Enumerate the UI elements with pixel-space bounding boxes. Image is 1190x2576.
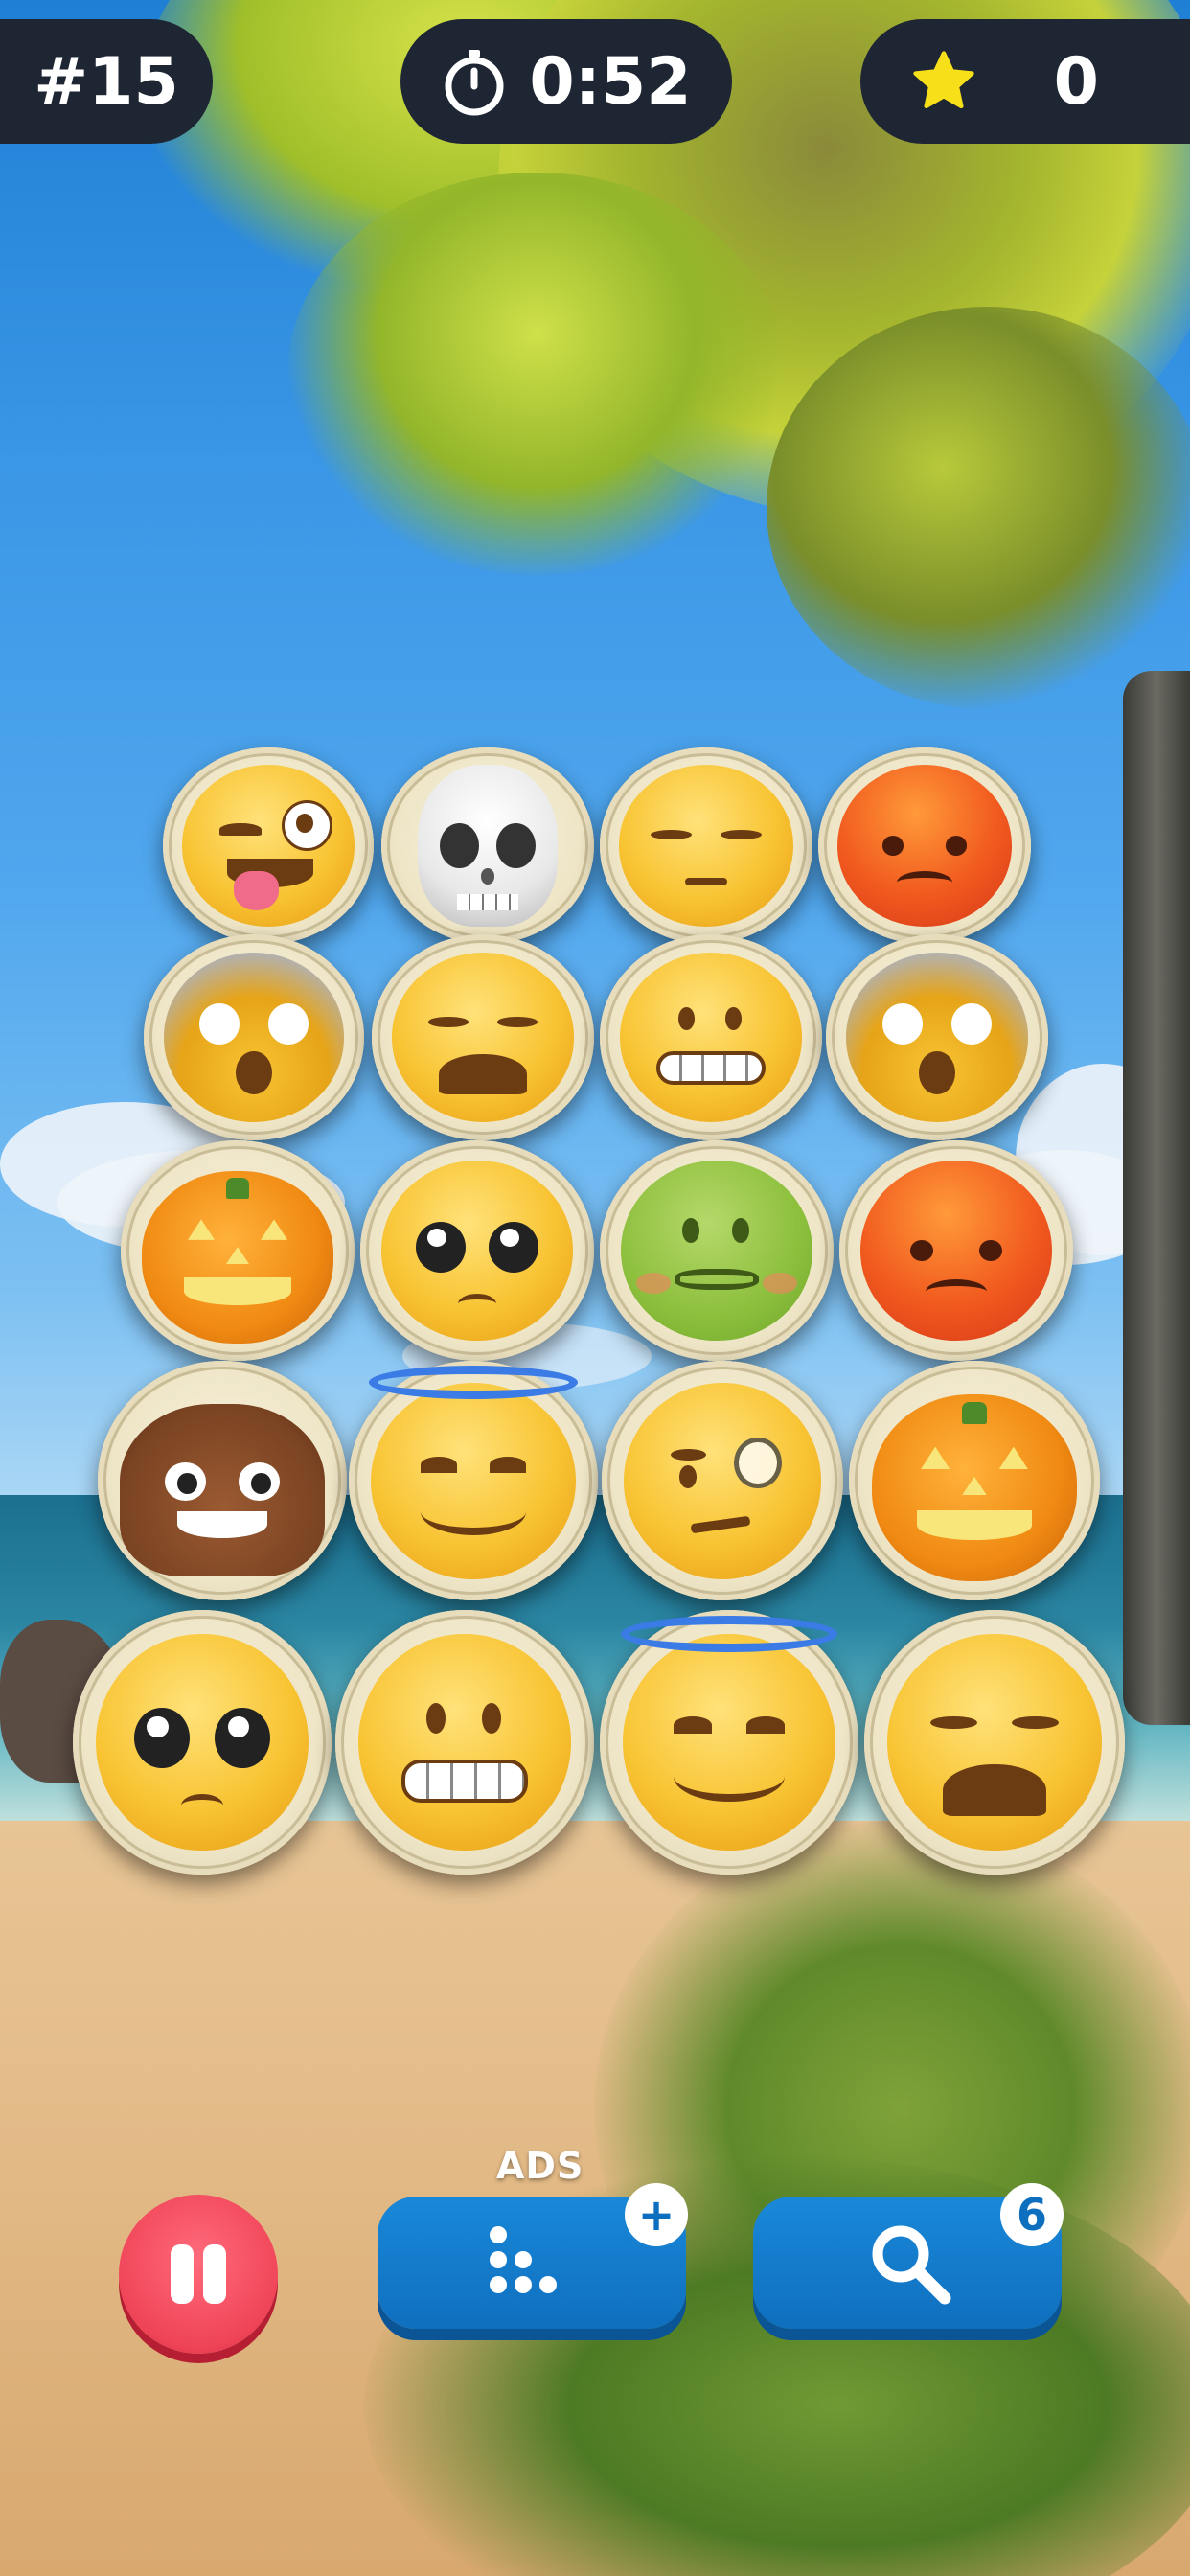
screaming-emoji (163, 953, 345, 1122)
monocle-emoji (623, 1382, 822, 1579)
tile-grimacing[interactable] (335, 1610, 594, 1874)
tile-pleading[interactable] (360, 1140, 594, 1361)
tile-angry[interactable] (818, 748, 1031, 944)
ads-label: ADS (496, 2145, 584, 2187)
tile-monocle[interactable] (602, 1361, 843, 1600)
star-icon (913, 51, 974, 109)
tile-pensive[interactable] (600, 748, 812, 944)
dots-icon (490, 2226, 557, 2293)
jack-o-lantern-emoji (141, 1171, 334, 1344)
level-number: #15 (34, 43, 179, 120)
palm-frond (767, 307, 1190, 709)
pause-button[interactable] (119, 2195, 278, 2354)
tile-halo-smile[interactable] (600, 1610, 858, 1874)
timer-value: 0:52 (529, 43, 692, 120)
tile-winking-tongue[interactable] (163, 748, 374, 944)
tile-poop[interactable] (98, 1361, 347, 1600)
tile-angry[interactable] (839, 1140, 1073, 1361)
level-indicator: #15 (0, 19, 213, 144)
tile-grimacing[interactable] (600, 934, 822, 1140)
tile-weary[interactable] (372, 934, 594, 1140)
screaming-emoji (845, 953, 1029, 1122)
poop-emoji (120, 1404, 325, 1576)
tile-weary[interactable] (864, 1610, 1125, 1874)
halo-smile-emoji (623, 1633, 835, 1852)
angry-emoji (859, 1160, 1053, 1342)
nauseated-emoji (620, 1160, 813, 1342)
search-icon (872, 2225, 951, 2305)
stopwatch-icon (445, 50, 504, 116)
grimacing-emoji (619, 953, 803, 1122)
tile-jack-o-lantern[interactable] (121, 1140, 355, 1361)
jack-o-lantern-emoji (871, 1394, 1078, 1581)
pause-icon (203, 2244, 226, 2304)
tile-jack-o-lantern[interactable] (849, 1361, 1100, 1600)
palm-trunk (1123, 671, 1190, 1725)
tile-halo-smile[interactable] (349, 1361, 598, 1600)
star-counter: 0 (860, 19, 1190, 144)
tile-screaming[interactable] (144, 934, 364, 1140)
add-icon: + (637, 2189, 675, 2241)
pleading-emoji (96, 1633, 309, 1852)
pause-icon (171, 2244, 194, 2304)
pleading-emoji (380, 1160, 574, 1342)
palm-frond (287, 172, 786, 575)
shuffle-tiles-button[interactable]: + (378, 2183, 688, 2329)
weary-emoji (887, 1633, 1102, 1852)
angry-emoji (836, 765, 1012, 927)
add-badge: + (625, 2183, 688, 2246)
tile-screaming[interactable] (826, 934, 1048, 1140)
halo-smile-emoji (371, 1382, 576, 1579)
hint-search-button[interactable]: 6 (753, 2183, 1064, 2329)
skull-emoji (417, 765, 559, 927)
timer: 0:52 (400, 19, 732, 144)
grimacing-emoji (358, 1633, 571, 1852)
pensive-emoji (618, 765, 793, 927)
winking-tongue-emoji (181, 765, 355, 927)
star-count: 0 (1053, 43, 1099, 120)
tile-pleading[interactable] (73, 1610, 332, 1874)
weary-emoji (391, 953, 575, 1122)
tile-skull[interactable] (381, 748, 594, 944)
tile-nauseated[interactable] (600, 1140, 834, 1361)
hint-count: 6 (1016, 2189, 1047, 2241)
hint-count-badge: 6 (1000, 2183, 1064, 2246)
